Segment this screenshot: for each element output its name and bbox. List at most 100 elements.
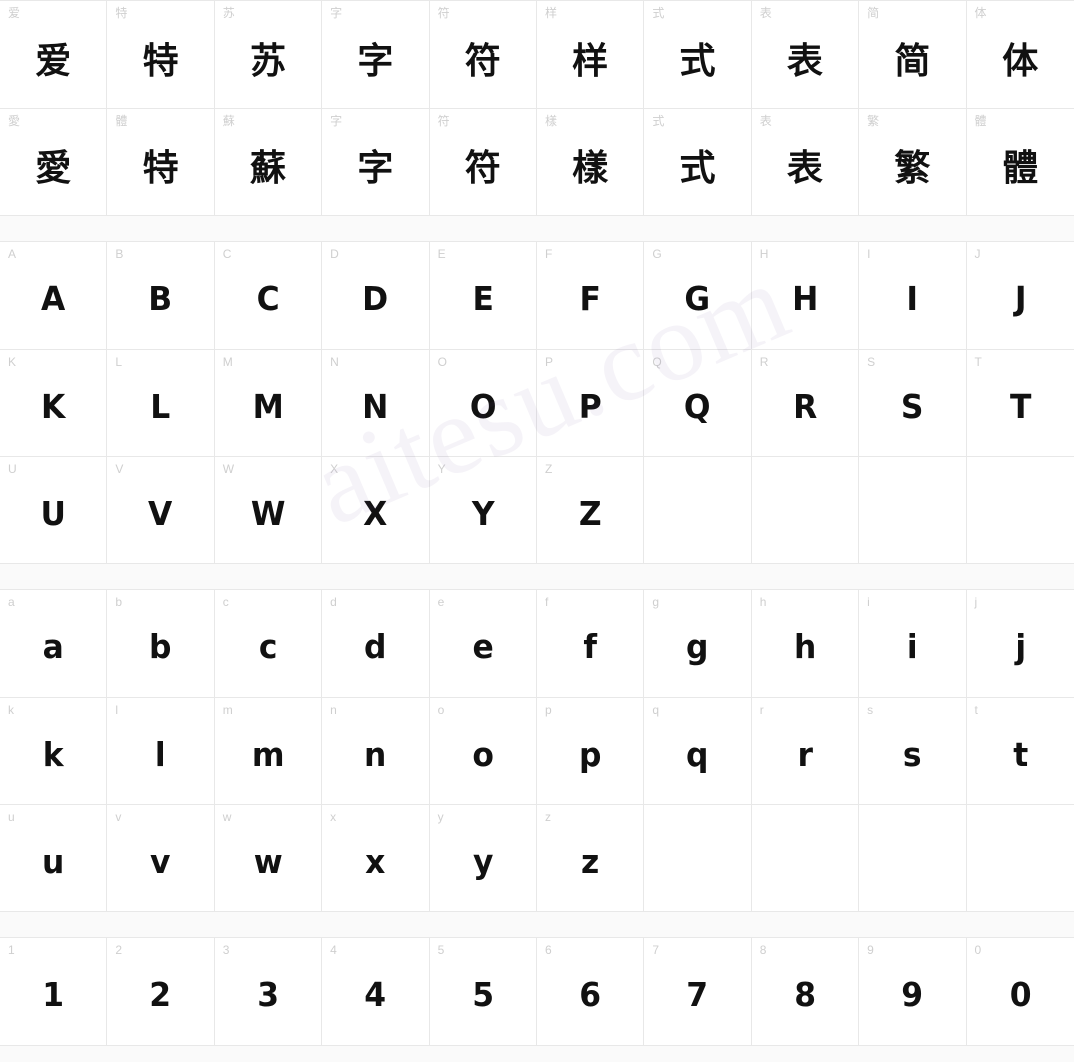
glyph-cell[interactable]: 99 (859, 938, 967, 1045)
glyph-cell[interactable]: VV (107, 457, 215, 563)
glyph-cell[interactable]: yy (429, 805, 537, 911)
glyph-cell[interactable]: ZZ (536, 457, 645, 563)
glyph-cell[interactable]: 33 (214, 938, 323, 1045)
glyph-cell[interactable]: 55 (429, 938, 537, 1045)
glyph-cell[interactable]: 愛愛 (0, 109, 108, 215)
glyph-cell[interactable]: ww (214, 805, 323, 911)
glyph-cell[interactable]: 44 (322, 938, 430, 1045)
glyph-cell[interactable]: YY (429, 457, 537, 563)
glyph-cell[interactable]: vv (107, 805, 215, 911)
glyph-cell[interactable]: 字字 (322, 1, 430, 108)
glyph-cell[interactable]: 蘇蘇 (214, 109, 323, 215)
glyph-cell[interactable]: 样样 (536, 1, 645, 108)
block-gap (0, 564, 1074, 589)
glyph-cell[interactable]: QQ (644, 350, 752, 456)
glyph-cell[interactable]: cc (214, 590, 323, 697)
glyph-cell[interactable]: UU (0, 457, 108, 563)
glyph-cell-character: 表 (786, 148, 823, 189)
glyph-cell[interactable]: gg (644, 590, 752, 697)
glyph-cell[interactable]: 表表 (751, 109, 860, 215)
glyph-cell[interactable]: 式式 (644, 1, 752, 108)
glyph-cell[interactable]: RR (751, 350, 860, 456)
glyph-cell[interactable]: LL (107, 350, 215, 456)
glyph-row: UUVVWWXXYYZZ (0, 456, 1074, 563)
glyph-cell[interactable]: 特特 (107, 1, 215, 108)
glyph-cell[interactable]: NN (322, 350, 430, 456)
glyph-cell[interactable]: xx (322, 805, 430, 911)
glyph-cell[interactable]: 體特 (107, 109, 215, 215)
glyph-cell[interactable]: II (859, 242, 967, 349)
glyph-cell-character: 2 (149, 975, 172, 1014)
glyph-cell[interactable]: 表表 (751, 1, 860, 108)
glyph-cell[interactable]: dd (322, 590, 430, 697)
glyph-cell[interactable]: ll (107, 698, 215, 804)
glyph-cell[interactable]: 66 (536, 938, 645, 1045)
glyph-row: KKLLMMNNOOPPQQRRSSTT (0, 349, 1074, 456)
glyph-cell-character: 符 (464, 40, 501, 82)
glyph-cell[interactable]: 简简 (859, 1, 967, 108)
glyph-cell[interactable]: rr (751, 698, 860, 804)
glyph-cell[interactable]: 苏苏 (214, 1, 323, 108)
glyph-cell[interactable]: 符符 (429, 109, 537, 215)
uppercase-block: AABBCCDDEEFFGGHHIIJJKKLLMMNNOOPPQQRRSSTT… (0, 241, 1074, 564)
glyph-cell[interactable]: EE (429, 242, 537, 349)
glyph-cell[interactable]: ff (536, 590, 645, 697)
glyph-cell[interactable]: DD (322, 242, 430, 349)
glyph-cell[interactable]: 00 (966, 938, 1074, 1045)
glyph-cell[interactable]: GG (644, 242, 752, 349)
glyph-cell[interactable]: 樣樣 (536, 109, 645, 215)
glyph-cell[interactable]: HH (751, 242, 860, 349)
glyph-cell[interactable]: nn (322, 698, 430, 804)
glyph-cell[interactable]: 22 (107, 938, 215, 1045)
glyph-cell[interactable]: CC (214, 242, 323, 349)
glyph-cell[interactable]: PP (536, 350, 645, 456)
glyph-cell[interactable]: jj (966, 590, 1074, 697)
glyph-cell[interactable]: 11 (0, 938, 108, 1045)
glyph-cell[interactable]: 符符 (429, 1, 537, 108)
glyph-cell[interactable]: 繁繁 (859, 109, 967, 215)
glyph-cell[interactable]: uu (0, 805, 108, 911)
glyph-cell[interactable]: pp (536, 698, 645, 804)
glyph-cell-character: 3 (257, 975, 279, 1014)
glyph-cell[interactable]: BB (107, 242, 215, 349)
glyph-cell[interactable]: ee (429, 590, 537, 697)
glyph-cell[interactable]: ii (859, 590, 967, 697)
glyph-cell[interactable]: OO (429, 350, 537, 456)
glyph-cell[interactable]: hh (751, 590, 860, 697)
glyph-cell-character: 6 (579, 975, 602, 1014)
glyph-cell[interactable]: JJ (966, 242, 1074, 349)
glyph-cell[interactable]: oo (429, 698, 537, 804)
glyph-cell[interactable]: 77 (644, 938, 752, 1045)
glyph-cell-character: y (472, 841, 493, 881)
glyph-cell[interactable]: aa (0, 590, 108, 697)
glyph-cell-character: s (902, 734, 922, 774)
glyph-cell[interactable]: SS (859, 350, 967, 456)
glyph-cell[interactable]: mm (214, 698, 323, 804)
glyph-cell-empty (751, 457, 860, 563)
font-preview-page: 爱爱特特苏苏字字符符样样式式表表简简体体愛愛體特蘇蘇字字符符樣樣式式表表繁繁體體… (0, 0, 1074, 1062)
glyph-row: kkllmmnnooppqqrrsstt (0, 697, 1074, 804)
glyph-cell[interactable]: WW (214, 457, 323, 563)
glyph-row: 愛愛體特蘇蘇字字符符樣樣式式表表繁繁體體 (0, 108, 1074, 215)
glyph-cell[interactable]: 88 (751, 938, 860, 1045)
glyph-cell[interactable]: bb (107, 590, 215, 697)
glyph-cell[interactable]: ss (859, 698, 967, 804)
glyph-cell[interactable]: qq (644, 698, 752, 804)
glyph-cell[interactable]: 字字 (322, 109, 430, 215)
glyph-cell-character: 字 (357, 148, 394, 189)
glyph-cell[interactable]: MM (214, 350, 323, 456)
glyph-cell[interactable]: XX (322, 457, 430, 563)
glyph-cell[interactable]: FF (536, 242, 645, 349)
glyph-cell-character: w (253, 841, 283, 881)
glyph-cell[interactable]: 式式 (644, 109, 752, 215)
glyph-cell[interactable]: TT (966, 350, 1074, 456)
glyph-cell[interactable]: zz (536, 805, 645, 911)
block-gap (0, 912, 1074, 937)
glyph-cell[interactable]: 體體 (966, 109, 1074, 215)
glyph-cell[interactable]: KK (0, 350, 108, 456)
glyph-cell[interactable]: 爱爱 (0, 1, 108, 108)
glyph-cell[interactable]: AA (0, 242, 108, 349)
glyph-cell[interactable]: 体体 (966, 1, 1074, 108)
glyph-cell[interactable]: kk (0, 698, 108, 804)
glyph-cell[interactable]: tt (966, 698, 1074, 804)
